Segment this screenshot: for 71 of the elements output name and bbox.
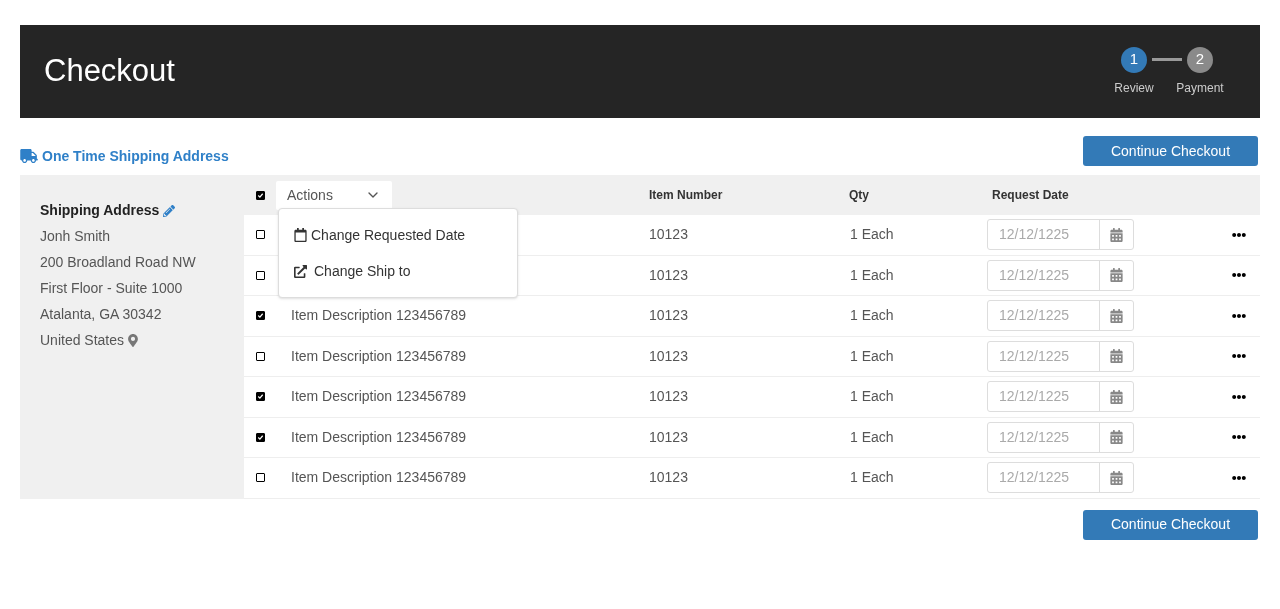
- date-picker[interactable]: 12/12/1225: [987, 259, 1134, 291]
- page-title: Checkout: [44, 52, 175, 91]
- checkbox[interactable]: [256, 270, 265, 280]
- date-field[interactable]: 12/12/1225: [988, 341, 1099, 371]
- pencil-icon[interactable]: [163, 204, 176, 217]
- date-field[interactable]: 12/12/1225: [988, 463, 1099, 493]
- address-line: First Floor - Suite 1000: [40, 279, 183, 298]
- checkbox[interactable]: [256, 473, 265, 483]
- checkbox[interactable]: [256, 230, 265, 240]
- step-label: Payment: [1176, 79, 1224, 97]
- quantity: 1 Each: [850, 388, 894, 405]
- continue-button[interactable]: Continue Checkout: [1083, 509, 1258, 540]
- checkbox[interactable]: [256, 432, 265, 442]
- item-description: Item Description 123456789: [291, 307, 467, 324]
- quantity: 1 Each: [850, 428, 894, 445]
- calendar-icon[interactable]: [1110, 308, 1123, 323]
- menu-item[interactable]: Change Requested Date: [279, 217, 517, 253]
- item-description: Item Description 123456789: [291, 428, 467, 445]
- date-picker[interactable]: 12/12/1225: [987, 381, 1134, 413]
- quantity: 1 Each: [850, 469, 894, 486]
- date-picker[interactable]: 12/12/1225: [987, 421, 1134, 453]
- checkbox[interactable]: [256, 351, 265, 361]
- calendar-icon[interactable]: [1110, 227, 1123, 242]
- quantity: 1 Each: [850, 347, 894, 364]
- address-line: United States: [40, 331, 125, 350]
- address-title: Shipping Address: [40, 201, 160, 220]
- quantity: 1 Each: [850, 266, 894, 283]
- column-header: Qty: [849, 188, 869, 202]
- date-field[interactable]: 12/12/1225: [988, 422, 1099, 452]
- item-number: 10123: [649, 469, 688, 486]
- address-link[interactable]: One Time Shipping Address: [20, 145, 229, 167]
- item-number: 10123: [649, 307, 688, 324]
- truck-icon: [20, 149, 38, 163]
- item-description: Item Description 123456789: [291, 347, 467, 364]
- checkbox[interactable]: [256, 311, 265, 321]
- calendar-icon[interactable]: [1110, 470, 1123, 485]
- address-line: Jonh Smith: [40, 227, 111, 246]
- map-pin-icon: [128, 334, 139, 347]
- calendar-icon[interactable]: [1110, 430, 1123, 445]
- address-line: Atalanta, GA 30342: [40, 305, 162, 324]
- quantity: 1 Each: [850, 307, 894, 324]
- continue-button[interactable]: Continue Checkout: [1083, 136, 1258, 166]
- item-number: 10123: [649, 388, 688, 405]
- item-number: 10123: [649, 347, 688, 364]
- address-line: 200 Broadland Road NW: [40, 253, 196, 272]
- checkbox[interactable]: [256, 190, 265, 200]
- calendar-icon[interactable]: [1110, 268, 1123, 283]
- calendar-icon[interactable]: [1110, 349, 1123, 364]
- date-picker[interactable]: 12/12/1225: [987, 462, 1134, 494]
- actions-dropdown[interactable]: Actions: [276, 180, 392, 210]
- date-field[interactable]: 12/12/1225: [988, 220, 1099, 250]
- date-field[interactable]: 12/12/1225: [988, 301, 1099, 331]
- calendar-icon[interactable]: [1110, 389, 1123, 404]
- step-label: Review: [1114, 79, 1154, 97]
- item-number: 10123: [649, 226, 688, 243]
- item-description: Item Description 123456789: [291, 469, 467, 486]
- date-picker[interactable]: 12/12/1225: [987, 300, 1134, 332]
- date-picker[interactable]: 12/12/1225: [987, 340, 1134, 372]
- item-number: 10123: [649, 266, 688, 283]
- date-field[interactable]: 12/12/1225: [988, 382, 1099, 412]
- column-header: Item Number: [649, 188, 723, 202]
- date-field[interactable]: 12/12/1225: [988, 260, 1099, 290]
- checkbox[interactable]: [256, 392, 265, 402]
- external-link-icon: [294, 264, 307, 278]
- quantity: 1 Each: [850, 226, 894, 243]
- calendar-icon: [294, 228, 307, 242]
- menu-item[interactable]: Change Ship to: [279, 253, 517, 289]
- date-picker[interactable]: 12/12/1225: [987, 219, 1134, 251]
- item-description: Item Description 123456789: [291, 388, 467, 405]
- item-number: 10123: [649, 428, 688, 445]
- column-header: Request Date: [992, 188, 1069, 202]
